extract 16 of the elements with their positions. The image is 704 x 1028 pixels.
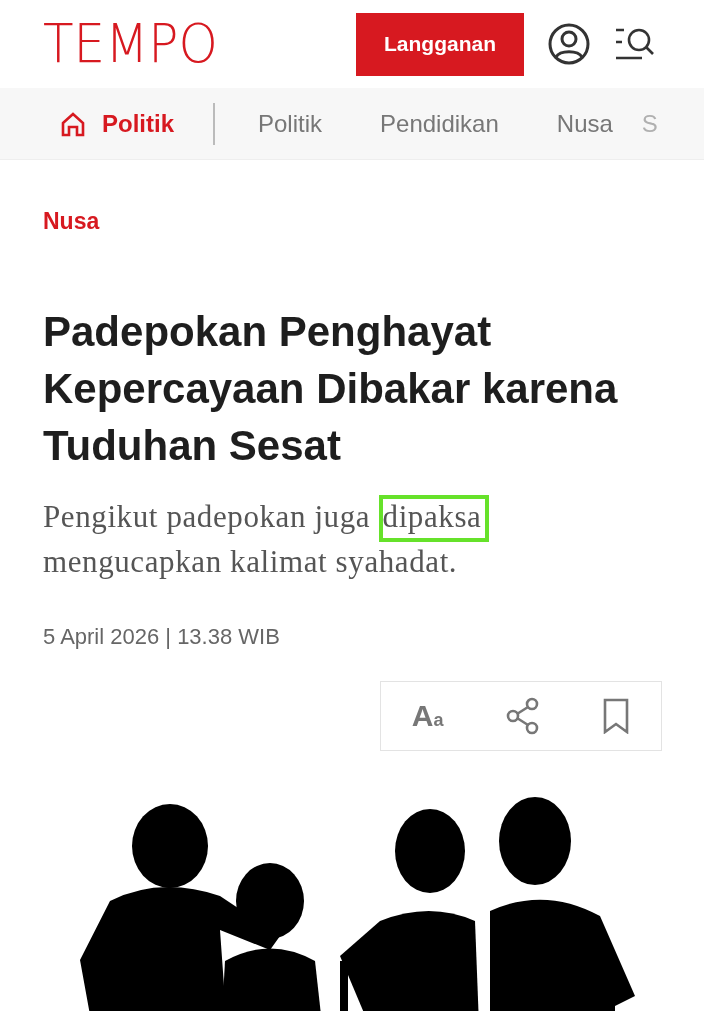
subscribe-button[interactable]: Langganan <box>356 12 524 76</box>
nav-tab[interactable]: Politik <box>60 105 203 142</box>
account-icon[interactable] <box>548 23 590 65</box>
share-icon[interactable] <box>504 696 541 735</box>
logo[interactable]: TEMPO <box>43 17 218 71</box>
article-title: Padepokan Penghayat Kepercayaan Dibakar karena Tuduhan Sesat <box>43 306 619 471</box>
bookmark-icon[interactable] <box>602 697 631 734</box>
nav-tab[interactable]: Politik <box>229 105 352 142</box>
article-subtitle: Pengikut padepokan juga dipaksa mengucapkan kalimat syahadat. <box>43 493 584 584</box>
nav-tab[interactable]: Nusa <box>527 105 642 142</box>
publish-date: 5 April 2026 | 13.38 WIB <box>43 622 281 651</box>
search-menu-icon[interactable] <box>614 26 656 62</box>
font-size-button[interactable]: Aa <box>411 693 444 738</box>
home-icon <box>60 110 86 137</box>
nav-tab[interactable]: Pendidikan <box>351 105 528 142</box>
category-link[interactable]: Nusa <box>43 204 704 239</box>
